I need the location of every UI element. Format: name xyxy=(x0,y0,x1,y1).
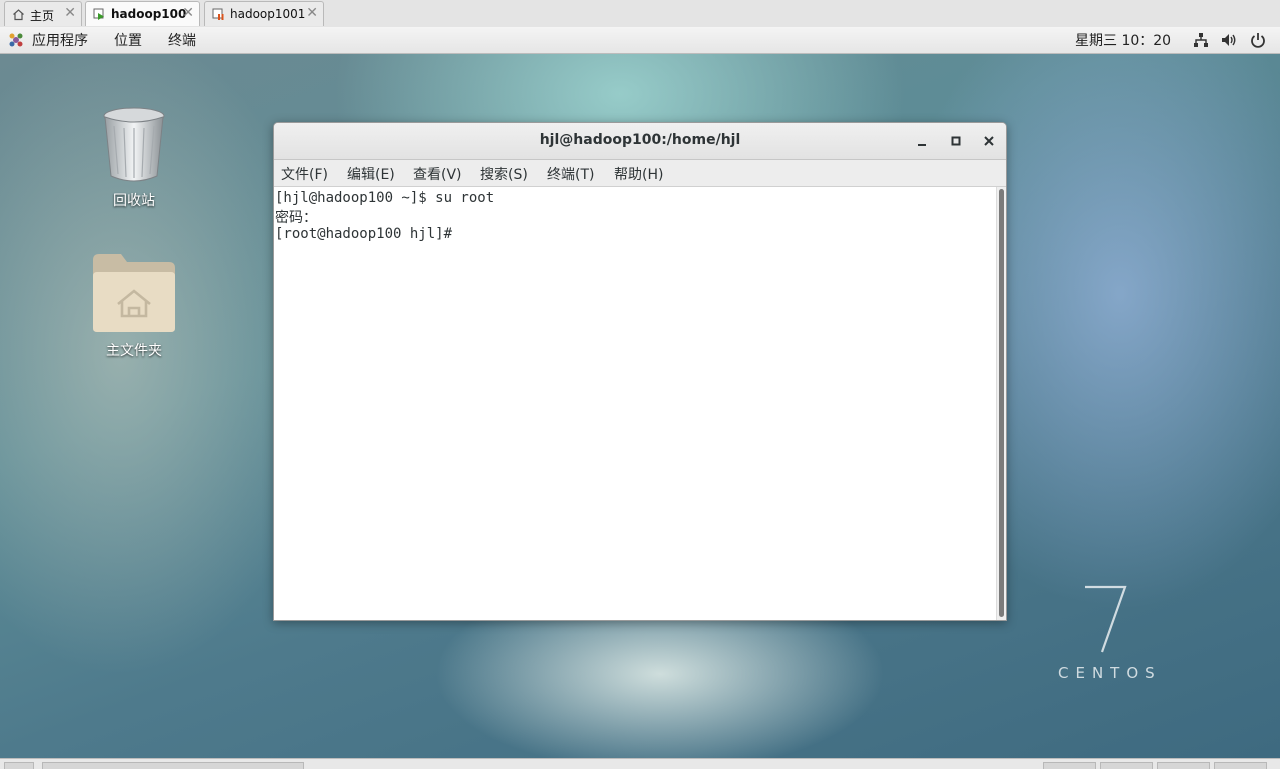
terminal-window[interactable]: hjl@hadoop100:/home/hjl 文件(F) 编辑(E) 查看(V… xyxy=(273,122,1007,621)
desktop-icon-trash[interactable]: 回收站 xyxy=(84,106,184,210)
desktop-icon-label: 主文件夹 xyxy=(106,343,162,359)
desktop-icon-home-folder[interactable]: 主文件夹 xyxy=(84,252,184,360)
network-icon[interactable] xyxy=(1193,32,1209,48)
applications-menu[interactable]: 应用程序 xyxy=(32,30,88,50)
home-icon xyxy=(13,9,24,21)
terminal-scrollbar[interactable] xyxy=(996,187,1006,620)
menu-view[interactable]: 查看(V) xyxy=(413,164,462,184)
vm-tab-label: hadoop1001 xyxy=(230,7,306,21)
gnome-top-bar: 应用程序 位置 终端 星期三 10：20 xyxy=(0,27,1280,54)
terminal-output[interactable]: [hjl@hadoop100 ~]$ su root 密码： [root@had… xyxy=(274,187,996,620)
menu-edit[interactable]: 编辑(E) xyxy=(347,164,395,184)
vm-paused-icon xyxy=(212,8,224,20)
window-titlebar[interactable]: hjl@hadoop100:/home/hjl xyxy=(274,123,1006,160)
volume-icon[interactable] xyxy=(1221,32,1237,48)
applications-icon xyxy=(9,33,23,47)
scrollbar-thumb[interactable] xyxy=(999,189,1004,617)
menu-search[interactable]: 搜索(S) xyxy=(480,164,528,184)
close-icon[interactable] xyxy=(979,131,999,151)
vm-tab-label: 主页 xyxy=(30,9,55,23)
menu-terminal[interactable]: 终端(T) xyxy=(547,164,594,184)
terminal-line: [hjl@hadoop100 ~]$ su root xyxy=(275,190,495,206)
desktop-icon-label: 回收站 xyxy=(113,193,155,209)
vm-tab-hadoop1001[interactable]: hadoop1001 ✕ xyxy=(204,1,324,26)
terminal-line: [root@hadoop100 hjl]# xyxy=(275,226,453,242)
vm-tab-label: hadoop100 xyxy=(111,7,187,21)
home-folder-icon xyxy=(93,254,175,332)
vm-tab-bar: 主页 ✕ hadoop100 ✕ hadoop1001 ✕ xyxy=(0,0,1280,28)
places-menu[interactable]: 位置 xyxy=(114,30,142,50)
power-icon[interactable] xyxy=(1250,32,1266,48)
menu-help[interactable]: 帮助(H) xyxy=(614,164,663,184)
terminal-line: 密码： xyxy=(275,210,317,226)
clock[interactable]: 星期三 10：20 xyxy=(1075,30,1171,50)
close-icon[interactable]: ✕ xyxy=(306,5,318,21)
bottom-taskbar xyxy=(0,758,1280,769)
window-title: hjl@hadoop100:/home/hjl xyxy=(539,132,741,148)
vm-tab-home[interactable]: 主页 ✕ xyxy=(4,1,82,26)
trash-icon xyxy=(103,107,165,182)
vm-running-icon xyxy=(93,8,104,20)
terminal-menubar: 文件(F) 编辑(E) 查看(V) 搜索(S) 终端(T) 帮助(H) xyxy=(274,160,1006,187)
close-icon[interactable]: ✕ xyxy=(182,5,194,21)
centos-seven-logo xyxy=(1085,585,1127,653)
terminal-app-menu[interactable]: 终端 xyxy=(168,30,196,50)
maximize-icon[interactable] xyxy=(946,131,966,151)
vm-tab-hadoop100[interactable]: hadoop100 ✕ xyxy=(85,1,200,26)
minimize-icon[interactable] xyxy=(912,131,932,151)
centos-watermark: CENTOS xyxy=(1058,664,1162,682)
menu-file[interactable]: 文件(F) xyxy=(281,164,328,184)
close-icon[interactable]: ✕ xyxy=(64,5,76,21)
